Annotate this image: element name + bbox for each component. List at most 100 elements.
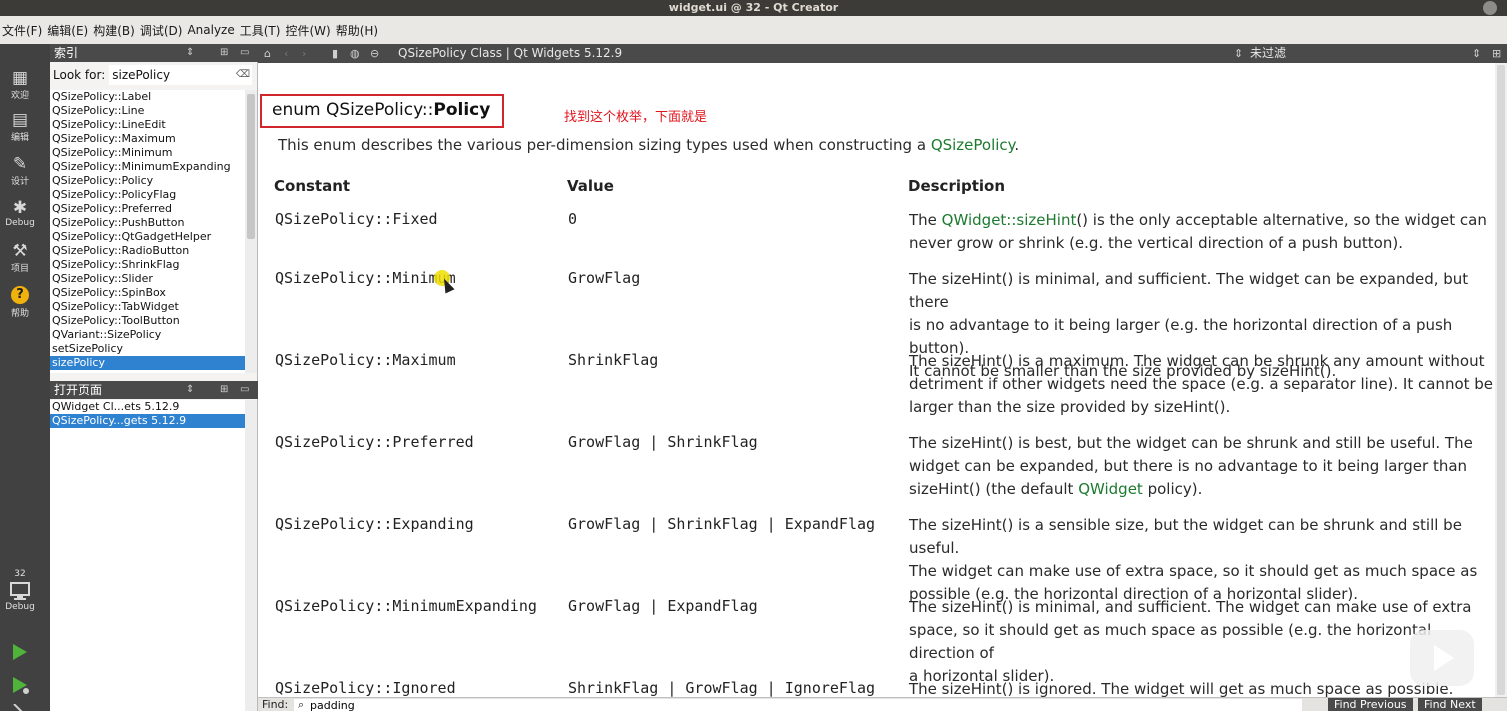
index-search-input[interactable] — [109, 65, 253, 85]
bookmark-icon[interactable]: ▮ — [332, 44, 338, 63]
pane-switch-icon[interactable]: ⇕ — [186, 44, 194, 62]
mode-projects[interactable]: ⚒ 项目 — [0, 241, 40, 274]
menu-analyze[interactable]: Analyze — [185, 23, 237, 37]
value-cell: GrowFlag | ExpandFlag — [568, 597, 758, 615]
clear-search-icon[interactable]: ⌫ — [236, 69, 250, 80]
grid-icon: ▦ — [11, 68, 29, 88]
index-item[interactable]: setSizePolicy — [50, 342, 246, 356]
find-input[interactable] — [294, 699, 1302, 711]
open-page-item[interactable]: QWidget Cl...ets 5.12.9 — [50, 400, 246, 414]
description-text: The — [909, 211, 942, 229]
index-item[interactable]: QSizePolicy::PolicyFlag — [50, 188, 246, 202]
index-item[interactable]: QSizePolicy::Policy — [50, 174, 246, 188]
menu-help[interactable]: 帮助(H) — [334, 22, 381, 39]
description-line: The sizeHint() is minimal, and sufficien… — [909, 596, 1499, 619]
annotation-text: 找到这个枚举，下面就是 — [564, 110, 708, 125]
close-pane-icon[interactable]: ▭ — [240, 44, 249, 62]
split-icon[interactable]: ⊞ — [220, 44, 228, 62]
bug-icon: ✱ — [12, 198, 28, 218]
forward-icon[interactable]: › — [302, 44, 306, 63]
index-scroll-thumb[interactable] — [247, 94, 255, 239]
back-icon[interactable]: ‹ — [284, 44, 288, 63]
close-window-icon[interactable] — [1483, 1, 1497, 15]
index-item[interactable]: QSizePolicy::Line — [50, 104, 246, 118]
index-item[interactable]: QSizePolicy::TabWidget — [50, 300, 246, 314]
mode-label: 设计 — [10, 177, 29, 187]
mode-label: 编辑 — [10, 133, 29, 143]
index-item[interactable]: QSizePolicy::ToolButton — [50, 314, 246, 328]
description-text: larger than the size provided by sizeHin… — [909, 398, 1231, 416]
index-item[interactable]: QSizePolicy::PushButton — [50, 216, 246, 230]
find-previous-button[interactable]: Find Previous — [1328, 698, 1413, 711]
mode-design[interactable]: ✎ 设计 — [0, 154, 40, 187]
home-icon[interactable]: ⌂ — [264, 44, 271, 63]
play-bubble-icon — [1410, 630, 1474, 686]
menu-tools[interactable]: 工具(T) — [238, 22, 284, 39]
link-icon[interactable]: ⊖ — [370, 44, 379, 63]
description-line: sizeHint() (the default QWidget policy). — [909, 478, 1499, 501]
doc-page-title[interactable]: QSizePolicy Class | Qt Widgets 5.12.9 — [398, 44, 622, 63]
index-item[interactable]: QSizePolicy::MinimumExpanding — [50, 160, 246, 174]
menu-edit[interactable]: 编辑(E) — [45, 22, 91, 39]
description-line: The sizeHint() is ignored. The widget wi… — [909, 678, 1499, 697]
index-item[interactable]: QSizePolicy::RadioButton — [50, 244, 246, 258]
mode-help[interactable]: ? 帮助 — [0, 286, 40, 319]
index-item[interactable]: QSizePolicy::SpinBox — [50, 286, 246, 300]
menu-build[interactable]: 构建(B) — [91, 22, 138, 39]
find-bar: Find: ⌕ Find Previous Find Next — [258, 697, 1507, 711]
index-item[interactable]: QSizePolicy::Preferred — [50, 202, 246, 216]
mode-edit[interactable]: ▤ 编辑 — [0, 110, 40, 143]
close-pane-icon[interactable]: ▭ — [240, 381, 249, 399]
find-next-button[interactable]: Find Next — [1418, 698, 1482, 711]
description-text: space, so it should get as much space as… — [909, 621, 1432, 662]
content-scrollbar[interactable] — [1495, 63, 1507, 697]
index-item[interactable]: QSizePolicy::Slider — [50, 272, 246, 286]
split-icon[interactable]: ⊞ — [220, 381, 228, 399]
open-pages-scrollbar[interactable] — [245, 400, 257, 711]
menu-widgets[interactable]: 控件(W) — [283, 22, 333, 39]
doc-content: enum QSizePolicy::Policy 找到这个枚举，下面就是 Thi… — [258, 63, 1507, 697]
debug-run-icon[interactable] — [0, 674, 40, 696]
index-item[interactable]: QVariant::SizePolicy — [50, 328, 246, 342]
description-text: The sizeHint() is minimal, and sufficien… — [909, 598, 1472, 616]
filter-combo[interactable]: 未过滤 — [1250, 44, 1286, 63]
index-item[interactable]: QSizePolicy::QtGadgetHelper — [50, 230, 246, 244]
description-line: larger than the size provided by sizeHin… — [909, 396, 1499, 419]
constant-cell: QSizePolicy::Fixed — [275, 210, 438, 228]
run-icon[interactable] — [0, 641, 40, 663]
intro-text: This enum describes the various per-dime… — [278, 136, 931, 154]
content-scroll-thumb[interactable] — [1497, 65, 1505, 695]
index-item[interactable]: QSizePolicy::Maximum — [50, 132, 246, 146]
enum-heading-highlight: enum QSizePolicy::Policy — [260, 94, 504, 128]
window-title: widget.ui @ 32 - Qt Creator — [668, 1, 839, 14]
menu-file[interactable]: 文件(F) — [0, 22, 45, 39]
index-item[interactable]: QSizePolicy::LineEdit — [50, 118, 246, 132]
index-scrollbar[interactable] — [245, 90, 257, 373]
constant-cell: QSizePolicy::Expanding — [275, 515, 474, 533]
index-item[interactable]: QSizePolicy::Label — [50, 90, 246, 104]
index-item[interactable]: QSizePolicy::Minimum — [50, 146, 246, 160]
description-cell: The sizeHint() is ignored. The widget wi… — [909, 678, 1499, 697]
mode-debug[interactable]: ✱ Debug — [0, 198, 40, 228]
doc-link[interactable]: QWidget::sizeHint — [942, 211, 1077, 229]
pane-switch-icon[interactable]: ⇕ — [186, 381, 194, 399]
monitor-icon — [10, 582, 30, 600]
filter-combo-arrow-icon[interactable]: ⇕ — [1472, 44, 1481, 63]
split-icon[interactable]: ⊞ — [1492, 44, 1501, 63]
index-item[interactable]: QSizePolicy::ShrinkFlag — [50, 258, 246, 272]
value-cell: ShrinkFlag — [568, 351, 659, 369]
kit-selector[interactable]: 32 Debug — [0, 568, 40, 612]
description-text: The widget can make use of extra space, … — [909, 562, 1478, 580]
page-combo-arrow-icon[interactable]: ⇕ — [1234, 44, 1243, 63]
mode-welcome[interactable]: ▦ 欢迎 — [0, 68, 40, 101]
menu-debug[interactable]: 调试(D) — [138, 22, 186, 39]
open-page-item[interactable]: QSizePolicy...gets 5.12.9 — [50, 414, 246, 428]
index-item[interactable]: sizePolicy — [50, 356, 246, 370]
doc-link[interactable]: QWidget — [1078, 480, 1143, 498]
open-pages-list: QWidget Cl...ets 5.12.9 QSizePolicy...get… — [50, 400, 246, 711]
globe-icon[interactable]: ◍ — [350, 44, 360, 63]
header-description: Description — [908, 177, 1006, 195]
mode-sidebar: ▦ 欢迎 ▤ 编辑 ✎ 设计 ✱ Debug ⚒ 项目 ? 帮助 32 Debu… — [0, 44, 50, 711]
intro-link[interactable]: QSizePolicy — [931, 136, 1015, 154]
build-icon[interactable] — [0, 704, 40, 711]
